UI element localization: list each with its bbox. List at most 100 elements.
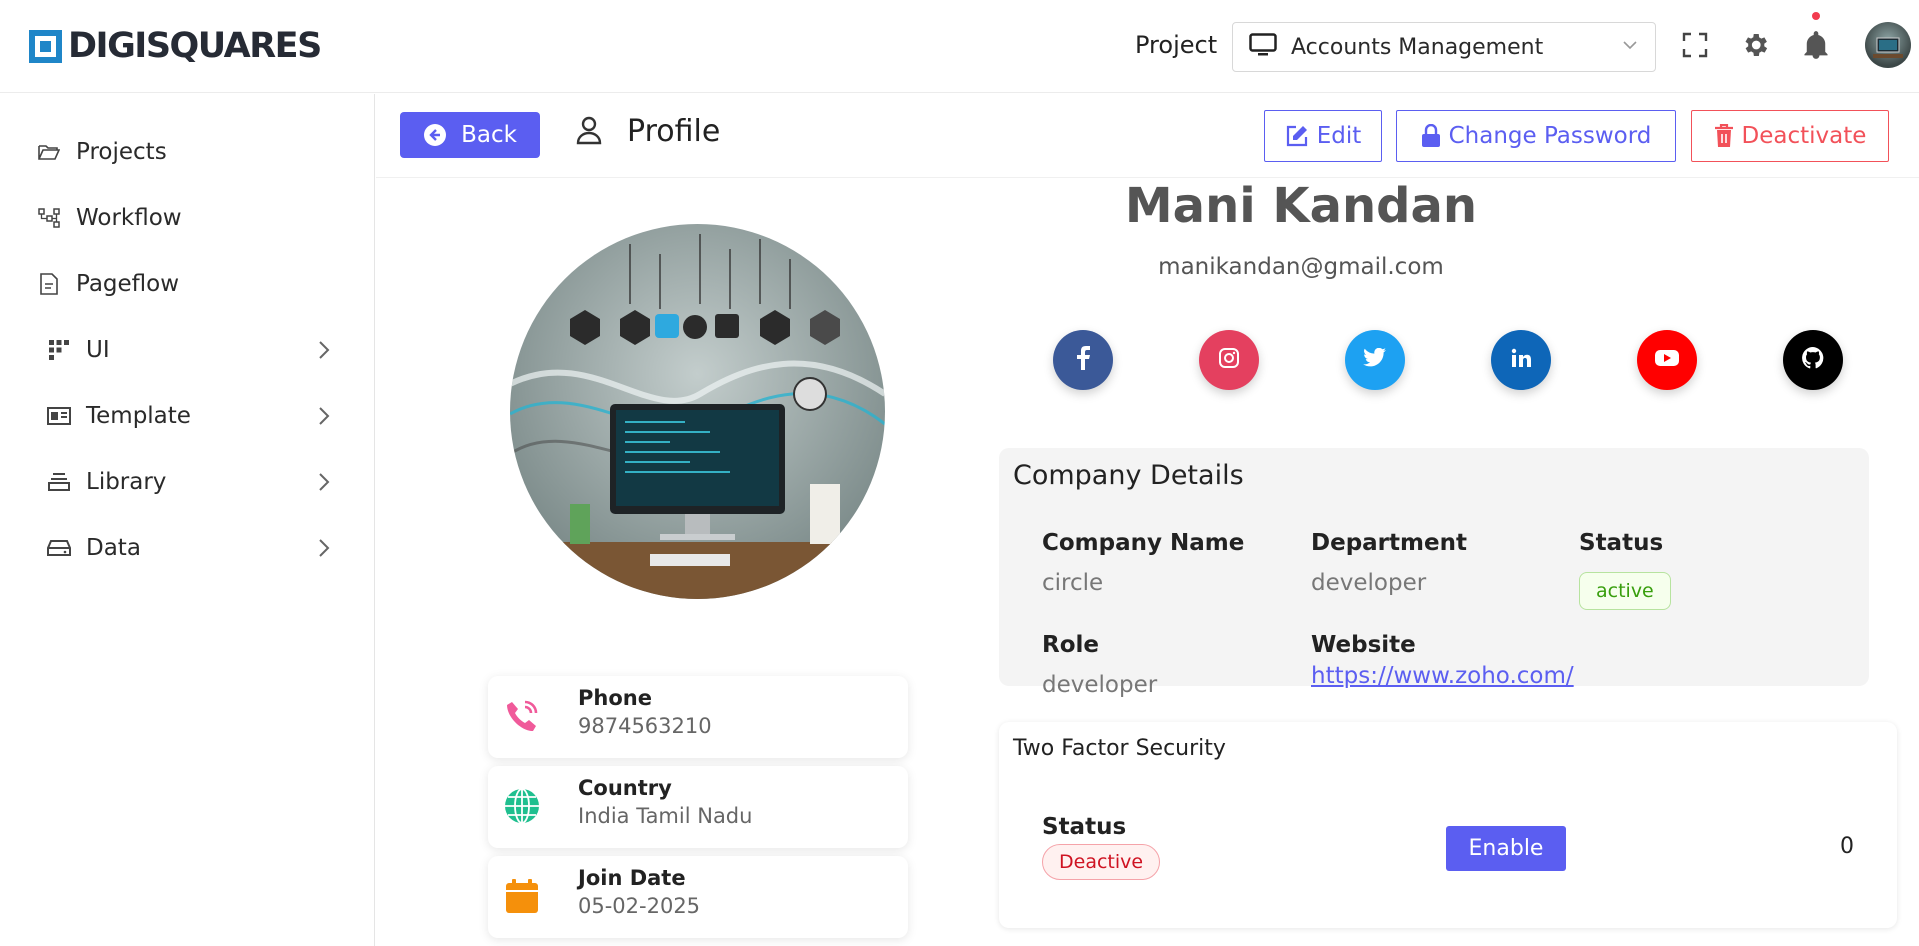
join-date-label: Join Date [578,866,686,890]
sidebar-item-projects[interactable]: Projects [36,132,336,172]
grid-icon [46,337,72,363]
sidebar-item-workflow[interactable]: Workflow [36,198,336,238]
chevron-right-icon [318,340,330,364]
page-title: Profile [575,114,720,149]
top-header: DIGISQUARES Project Accounts Management [0,0,1919,93]
two-factor-count: 0 [1840,834,1854,859]
linkedin-button[interactable] [1491,330,1551,390]
sidebar-item-template[interactable]: Template [36,396,336,436]
user-icon [575,115,603,149]
profile-photo [510,224,885,599]
deactivate-button[interactable]: Deactivate [1691,110,1889,162]
github-button[interactable] [1783,330,1843,390]
youtube-icon [1654,348,1680,372]
instagram-button[interactable] [1199,330,1259,390]
two-factor-status-badge: Deactive [1042,844,1161,880]
stack-icon [46,469,72,495]
page-title-text: Profile [627,114,721,149]
sidebar-item-pageflow[interactable]: Pageflow [36,264,336,304]
avatar[interactable] [1865,22,1911,68]
deactivate-label: Deactivate [1741,123,1867,149]
folder-open-icon [36,139,62,165]
sidebar-item-label: Workflow [76,205,182,231]
edit-icon [1285,124,1309,148]
two-factor-status-label: Status [1042,814,1127,840]
country-label: Country [578,776,672,800]
join-date-value: 05-02-2025 [578,894,701,918]
change-password-label: Change Password [1448,123,1652,149]
edit-button[interactable]: Edit [1264,110,1382,162]
sidebar-item-label: Library [86,469,167,495]
logo-mark-icon [29,30,62,63]
template-icon [46,403,72,429]
logo-text: DIGISQUARES [68,26,322,66]
chevron-right-icon [318,406,330,430]
logo[interactable]: DIGISQUARES [29,26,322,66]
fullscreen-icon[interactable] [1680,30,1710,60]
join-date-card: Join Date 05-02-2025 [488,856,908,938]
instagram-icon [1218,347,1240,373]
phone-label: Phone [578,686,652,710]
sidebar-item-label: Template [86,403,191,429]
status-badge: active [1579,572,1671,610]
sidebar-item-ui[interactable]: UI [36,330,336,370]
bell-icon[interactable] [1801,30,1831,60]
sidebar: Projects Workflow Pageflow UI Template L… [0,94,375,946]
website-link[interactable]: https://www.zoho.com/ [1311,663,1574,689]
chevron-right-icon [318,538,330,562]
department-value: developer [1311,570,1427,596]
two-factor-heading: Two Factor Security [1013,736,1226,761]
drive-icon [46,535,72,561]
back-button-label: Back [461,122,517,148]
two-factor-card: Two Factor Security Status Deactive Enab… [999,722,1897,928]
twitter-icon [1363,347,1387,372]
twitter-button[interactable] [1345,330,1405,390]
workflow-icon [36,205,62,231]
country-card: Country India Tamil Nadu [488,766,908,848]
phone-icon [502,696,542,736]
gear-icon[interactable] [1740,30,1770,60]
profile-name: Mani Kandan [1124,178,1478,234]
notification-dot [1812,12,1820,20]
calendar-icon [502,876,542,916]
company-name-value: circle [1042,570,1104,596]
company-name-label: Company Name [1042,530,1245,556]
enable-button[interactable]: Enable [1446,826,1566,871]
phone-value: 9874563210 [578,714,712,738]
profile-toolbar: Back Profile Edit Change Password Deacti… [376,94,1919,178]
country-value: India Tamil Nadu [578,804,753,828]
profile-email: manikandan@gmail.com [1158,254,1444,280]
role-value: developer [1042,672,1158,698]
facebook-button[interactable] [1053,330,1113,390]
facebook-icon [1076,346,1090,374]
monitor-icon [1249,33,1277,61]
arrow-left-circle-icon [423,123,447,147]
sidebar-item-label: UI [86,337,110,363]
chevron-right-icon [318,472,330,496]
phone-card: Phone 9874563210 [488,676,908,758]
chevron-down-icon [1621,36,1639,58]
lock-icon [1421,124,1441,148]
sidebar-item-label: Data [86,535,141,561]
sidebar-item-library[interactable]: Library [36,462,336,502]
trash-icon [1714,124,1734,148]
document-icon [36,271,62,297]
sidebar-item-label: Pageflow [76,271,180,297]
website-label: Website [1311,632,1416,658]
company-status-label: Status [1579,530,1664,556]
main-content: Back Profile Edit Change Password Deacti… [376,94,1919,946]
github-icon [1801,346,1825,374]
company-details-heading: Company Details [1013,460,1244,491]
back-button[interactable]: Back [400,112,540,158]
project-select[interactable]: Accounts Management [1232,22,1656,72]
project-label: Project [1135,31,1218,59]
edit-button-label: Edit [1316,123,1362,149]
linkedin-icon [1511,348,1531,372]
globe-icon [502,786,542,826]
company-details-card: Company Details Company Name circle Depa… [999,448,1869,698]
project-select-value: Accounts Management [1291,34,1544,60]
change-password-button[interactable]: Change Password [1396,110,1676,162]
youtube-button[interactable] [1637,330,1697,390]
sidebar-item-label: Projects [76,139,167,165]
sidebar-item-data[interactable]: Data [36,528,336,568]
